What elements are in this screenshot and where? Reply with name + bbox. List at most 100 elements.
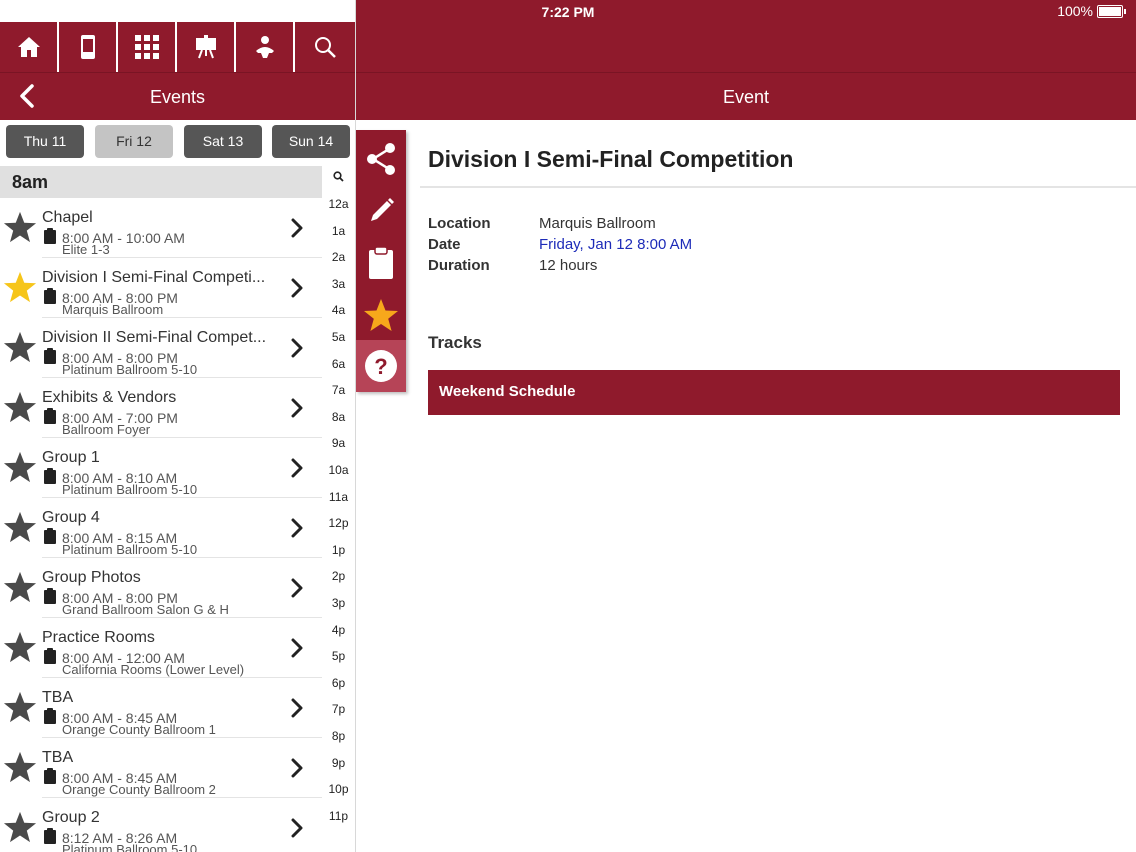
duration-value: 12 hours [539, 257, 598, 274]
svg-text:?: ? [374, 354, 387, 379]
chevron-right-icon[interactable] [290, 578, 304, 598]
event-row[interactable]: Group 2 8:12 AM - 8:26 AM Platinum Ballroo… [0, 798, 322, 852]
clipboard-icon [44, 468, 56, 484]
event-name: Division I Semi-Final Competi... [42, 269, 266, 286]
chevron-right-icon[interactable] [290, 338, 304, 358]
index-hour[interactable]: 7a [322, 383, 355, 397]
index-hour[interactable]: 12p [322, 516, 355, 530]
event-name: TBA [42, 689, 74, 706]
chevron-right-icon[interactable] [290, 458, 304, 478]
favorite-star-icon[interactable] [3, 630, 37, 664]
person-button[interactable] [236, 22, 295, 72]
help-button[interactable]: ? [356, 340, 406, 392]
event-row[interactable]: Group 4 8:00 AM - 8:15 AM Platinum Ballroo… [0, 498, 322, 558]
home-icon [17, 37, 40, 57]
section-header: 8am [0, 166, 322, 198]
chevron-right-icon[interactable] [290, 518, 304, 538]
index-hour[interactable]: 9a [322, 436, 355, 450]
edit-button[interactable] [356, 185, 406, 237]
event-row[interactable]: Practice Rooms 8:00 AM - 12:00 AM Californ… [0, 618, 322, 678]
favorite-star-icon[interactable] [3, 750, 37, 784]
event-location: Platinum Ballroom 5-10 [62, 362, 198, 377]
event-row[interactable]: TBA 8:00 AM - 8:45 AM Orange County Ballro… [0, 678, 322, 738]
location-value: Marquis Ballroom [539, 215, 656, 232]
index-hour[interactable]: 3p [322, 596, 355, 610]
grid-button[interactable] [118, 22, 177, 72]
favorite-star-icon[interactable] [3, 390, 37, 424]
event-name: Group 1 [42, 449, 100, 466]
phone-button[interactable] [59, 22, 118, 72]
favorite-star-icon[interactable] [3, 510, 37, 544]
clock: 7:22 PM [541, 4, 595, 20]
date-link[interactable]: Friday, Jan 12 8:00 AM [539, 236, 692, 253]
chevron-right-icon[interactable] [290, 698, 304, 718]
chevron-right-icon[interactable] [290, 818, 304, 838]
index-hour[interactable]: 4p [322, 623, 355, 637]
favorite-star-icon[interactable] [3, 330, 37, 364]
day-tab-fri[interactable]: Fri 12 [95, 125, 173, 158]
chevron-right-icon[interactable] [290, 218, 304, 238]
event-row[interactable]: Exhibits & Vendors 8:00 AM - 7:00 PM Ballr… [0, 378, 322, 438]
event-row[interactable]: Group Photos 8:00 AM - 8:00 PM Grand Ballr… [0, 558, 322, 618]
index-hour[interactable]: 8p [322, 729, 355, 743]
event-location: Ballroom Foyer [62, 422, 151, 437]
favorite-star-icon[interactable] [3, 210, 37, 244]
pane-divider [355, 0, 356, 852]
index-hour[interactable]: 1p [322, 543, 355, 557]
easel-button[interactable] [177, 22, 236, 72]
search-icon [314, 37, 336, 58]
favorite-star-icon[interactable] [3, 810, 37, 844]
day-tab-sun[interactable]: Sun 14 [272, 125, 350, 158]
index-hour[interactable]: 10p [322, 782, 355, 796]
title-divider [420, 186, 1136, 188]
index-hour[interactable]: 9p [322, 756, 355, 770]
day-tab-sat[interactable]: Sat 13 [184, 125, 262, 158]
hour-index[interactable]: 12a 1a 2a 3a 4a 5a 6a 7a 8a 9a 10a 11a 12p 1p 2p 3p 4p 5p… [322, 166, 355, 852]
favorite-star-icon[interactable] [3, 690, 37, 724]
event-row[interactable]: TBA 8:00 AM - 8:45 AM Orange County Ballro… [0, 738, 322, 798]
chevron-right-icon[interactable] [290, 758, 304, 778]
index-hour[interactable]: 10a [322, 463, 355, 477]
chevron-right-icon[interactable] [290, 638, 304, 658]
favorite-star-icon[interactable] [3, 270, 37, 304]
event-name: Chapel [42, 209, 93, 226]
index-hour[interactable]: 6a [322, 357, 355, 371]
index-hour[interactable]: 6p [322, 676, 355, 690]
index-hour[interactable]: 3a [322, 277, 355, 291]
notes-button[interactable] [356, 237, 406, 289]
clipboard-icon [44, 288, 56, 304]
index-hour[interactable]: 12a [322, 197, 355, 211]
events-navbar: Events [0, 72, 355, 120]
index-hour[interactable]: 1a [322, 224, 355, 238]
event-list: Chapel 8:00 AM - 10:00 AM Elite 1-3 Divisio… [0, 198, 322, 852]
index-hour[interactable]: 5a [322, 330, 355, 344]
index-search-icon[interactable] [333, 171, 344, 182]
event-row[interactable]: Division II Semi-Final Compet... 8:00 AM … [0, 318, 322, 378]
home-button[interactable] [0, 22, 59, 72]
track-button-weekend-schedule[interactable]: Weekend Schedule [428, 370, 1120, 415]
favorite-button[interactable] [356, 289, 406, 341]
event-name: Group 2 [42, 809, 100, 826]
index-hour[interactable]: 7p [322, 702, 355, 716]
duration-label: Duration [428, 257, 490, 274]
search-button[interactable] [295, 22, 354, 72]
event-row[interactable]: Chapel 8:00 AM - 10:00 AM Elite 1-3 [0, 198, 322, 258]
index-hour[interactable]: 11p [322, 809, 355, 823]
index-hour[interactable]: 4a [322, 303, 355, 317]
chevron-right-icon[interactable] [290, 278, 304, 298]
battery-icon [1097, 4, 1123, 18]
index-hour[interactable]: 11a [322, 490, 355, 504]
favorite-star-icon[interactable] [3, 450, 37, 484]
index-hour[interactable]: 2p [322, 569, 355, 583]
event-row[interactable]: Group 1 8:00 AM - 8:10 AM Platinum Ballroo… [0, 438, 322, 498]
events-pane: Events Thu 11 Fri 12 Sat 13 Sun 14 8am C… [0, 0, 355, 852]
event-row[interactable]: Division I Semi-Final Competi... 8:00 AM … [0, 258, 322, 318]
day-tab-thu[interactable]: Thu 11 [6, 125, 84, 158]
chevron-right-icon[interactable] [290, 398, 304, 418]
index-hour[interactable]: 2a [322, 250, 355, 264]
share-button[interactable] [356, 133, 406, 185]
action-bar: ? [356, 130, 406, 392]
favorite-star-icon[interactable] [3, 570, 37, 604]
index-hour[interactable]: 8a [322, 410, 355, 424]
index-hour[interactable]: 5p [322, 649, 355, 663]
